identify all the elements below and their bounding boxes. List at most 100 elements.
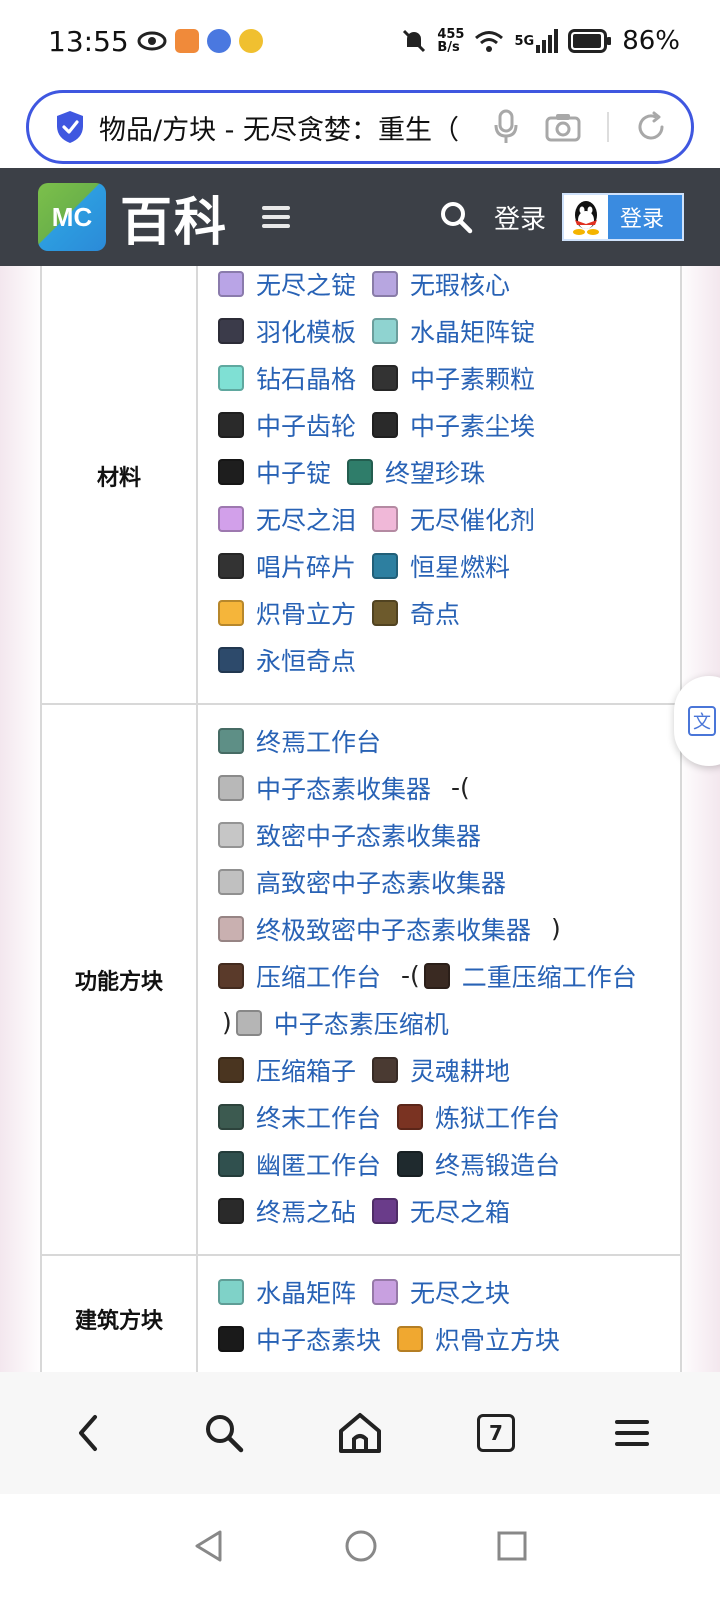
item-line: 中子锭 终望珍珠 bbox=[218, 448, 664, 495]
search-icon[interactable] bbox=[438, 199, 474, 235]
item-link[interactable]: 终焉锻造台 bbox=[397, 1146, 560, 1182]
item-link[interactable]: 中子素尘埃 bbox=[372, 407, 535, 443]
item-label: 中子态素块 bbox=[256, 1325, 382, 1355]
infinity-chest-icon bbox=[372, 1197, 399, 1224]
item-label: 无尽之箱 bbox=[410, 1197, 511, 1227]
item-link[interactable]: 无瑕核心 bbox=[372, 266, 510, 302]
url-text[interactable]: 物品/方块 - 无尽贪婪：重生（ bbox=[99, 108, 475, 147]
menu-button[interactable] bbox=[602, 1403, 662, 1463]
search-button[interactable] bbox=[194, 1403, 254, 1463]
item-link[interactable]: 羽化模板 bbox=[218, 313, 356, 349]
item-link[interactable]: 奇点 bbox=[372, 595, 460, 631]
item-line: 中子态素收集器 -( bbox=[218, 764, 664, 811]
mc-logo[interactable]: MC bbox=[38, 183, 106, 251]
compress-chest-icon bbox=[218, 1056, 244, 1083]
item-line: 中子齿轮 中子素尘埃 bbox=[218, 401, 664, 448]
translate-icon: 文 bbox=[688, 706, 716, 736]
refresh-icon[interactable] bbox=[635, 111, 667, 143]
menu-icon[interactable] bbox=[262, 206, 291, 228]
item-link[interactable]: 炽骨立方 bbox=[218, 595, 356, 631]
address-bar[interactable]: 物品/方块 - 无尽贪婪：重生（ bbox=[26, 90, 694, 164]
system-nav-bar bbox=[0, 1494, 720, 1598]
item-link[interactable]: 压缩箱子 bbox=[218, 1052, 356, 1088]
login-link[interactable]: 登录 bbox=[494, 199, 546, 236]
camera-icon[interactable] bbox=[545, 112, 581, 142]
item-label: 二重压缩工作台 bbox=[461, 962, 637, 992]
eye-icon bbox=[137, 31, 167, 51]
item-link[interactable]: 终末工作台 bbox=[218, 1099, 381, 1135]
system-recents-icon[interactable] bbox=[496, 1530, 528, 1562]
item-label: 羽化模板 bbox=[256, 317, 357, 347]
back-button[interactable] bbox=[58, 1403, 118, 1463]
page-content: 材料 无尽之锭 无瑕核心 羽化模板 水晶矩阵锭 钻石晶格 中子素颗粒 中子齿轮 中子素尘埃 中子锭… bbox=[0, 266, 720, 1396]
battery-icon bbox=[568, 29, 612, 53]
item-label: 中子素尘埃 bbox=[410, 411, 536, 441]
item-link[interactable]: 灵魂耕地 bbox=[372, 1052, 510, 1088]
item-link[interactable]: 二重压缩工作台 bbox=[423, 958, 637, 994]
logo-text[interactable]: 百科 bbox=[120, 180, 228, 255]
item-label: 终望珍珠 bbox=[385, 458, 486, 488]
punctuation: ) bbox=[551, 914, 561, 943]
item-line: 致密中子态素收集器 bbox=[218, 811, 664, 858]
item-link[interactable]: 终焉工作台 bbox=[218, 723, 381, 759]
item-link[interactable]: 恒星燃料 bbox=[372, 548, 510, 584]
item-link[interactable]: 终焉之砧 bbox=[218, 1193, 356, 1229]
item-label: 中子素颗粒 bbox=[410, 364, 536, 394]
item-link[interactable]: 致密中子态素收集器 bbox=[218, 817, 481, 853]
compressor-icon bbox=[235, 1009, 262, 1036]
punctuation: -( bbox=[401, 961, 420, 990]
diamond-lattice-icon bbox=[218, 364, 244, 391]
item-label: 炼狱工作台 bbox=[435, 1103, 561, 1133]
item-link[interactable]: 炽骨立方块 bbox=[397, 1321, 560, 1357]
singularity-icon bbox=[372, 599, 399, 626]
item-link[interactable]: 压缩工作台 bbox=[218, 958, 381, 994]
disc-fragment-icon bbox=[218, 552, 244, 579]
high-dense-collector-icon bbox=[218, 868, 244, 895]
item-label: 无瑕核心 bbox=[410, 270, 511, 300]
extreme-table-icon bbox=[218, 727, 244, 754]
item-link[interactable]: 中子态素压缩机 bbox=[235, 1005, 449, 1041]
item-label: 中子态素收集器 bbox=[256, 774, 432, 804]
item-link[interactable]: 无尽催化剂 bbox=[372, 501, 535, 537]
neutron-dust-icon bbox=[372, 411, 399, 438]
item-link[interactable]: 终极致密中子态素收集器 bbox=[218, 911, 531, 947]
mute-bell-icon bbox=[403, 29, 426, 53]
qq-login-button[interactable]: 登录 bbox=[562, 193, 684, 241]
item-link[interactable]: 中子锭 bbox=[218, 454, 331, 490]
item-link[interactable]: 高致密中子态素收集器 bbox=[218, 864, 506, 900]
item-link[interactable]: 水晶矩阵 bbox=[218, 1274, 356, 1310]
navbox-row: 功能方块 终焉工作台 中子态素收集器 -(致密中子态素收集器 高致密中子态素收集器 终极致… bbox=[40, 703, 682, 1256]
item-link[interactable]: 无尽之块 bbox=[372, 1274, 510, 1310]
tabs-button[interactable]: 7 bbox=[466, 1403, 526, 1463]
item-link[interactable]: 终望珍珠 bbox=[347, 454, 485, 490]
item-link[interactable]: 中子素颗粒 bbox=[372, 360, 535, 396]
item-link[interactable]: 无尽之泪 bbox=[218, 501, 356, 537]
item-link[interactable]: 中子齿轮 bbox=[218, 407, 356, 443]
item-line: 压缩工作台 -( 二重压缩工作台 bbox=[218, 952, 664, 999]
item-link[interactable]: 钻石晶格 bbox=[218, 360, 356, 396]
item-link[interactable]: 炼狱工作台 bbox=[397, 1099, 560, 1135]
system-back-icon[interactable] bbox=[192, 1529, 226, 1563]
translate-button[interactable]: 文 bbox=[674, 676, 720, 766]
punctuation: -( bbox=[451, 773, 470, 802]
item-line: 终极致密中子态素收集器) bbox=[218, 905, 664, 952]
item-label: 水晶矩阵锭 bbox=[410, 317, 536, 347]
item-label: 无尽之泪 bbox=[256, 505, 357, 535]
item-link[interactable]: 无尽之锭 bbox=[218, 266, 356, 302]
item-label: 中子态素压缩机 bbox=[273, 1009, 449, 1039]
home-button[interactable] bbox=[330, 1403, 390, 1463]
item-link[interactable]: 无尽之箱 bbox=[372, 1193, 510, 1229]
end-table-icon bbox=[218, 1103, 244, 1130]
microphone-icon[interactable] bbox=[493, 109, 519, 145]
item-link[interactable]: 中子态素块 bbox=[218, 1321, 381, 1357]
item-link[interactable]: 中子态素收集器 bbox=[218, 770, 431, 806]
item-link[interactable]: 唱片碎片 bbox=[218, 548, 356, 584]
site-header: MC 百科 登录 登录 bbox=[0, 168, 720, 266]
system-home-icon[interactable] bbox=[344, 1529, 378, 1563]
item-label: 炽骨立方块 bbox=[435, 1325, 561, 1355]
sculk-table-icon bbox=[218, 1150, 244, 1177]
navbox-row: 材料 无尽之锭 无瑕核心 羽化模板 水晶矩阵锭 钻石晶格 中子素颗粒 中子齿轮 中子素尘埃 中子锭… bbox=[40, 266, 682, 705]
item-link[interactable]: 永恒奇点 bbox=[218, 642, 356, 678]
item-link[interactable]: 水晶矩阵锭 bbox=[372, 313, 535, 349]
item-link[interactable]: 幽匿工作台 bbox=[218, 1146, 381, 1182]
